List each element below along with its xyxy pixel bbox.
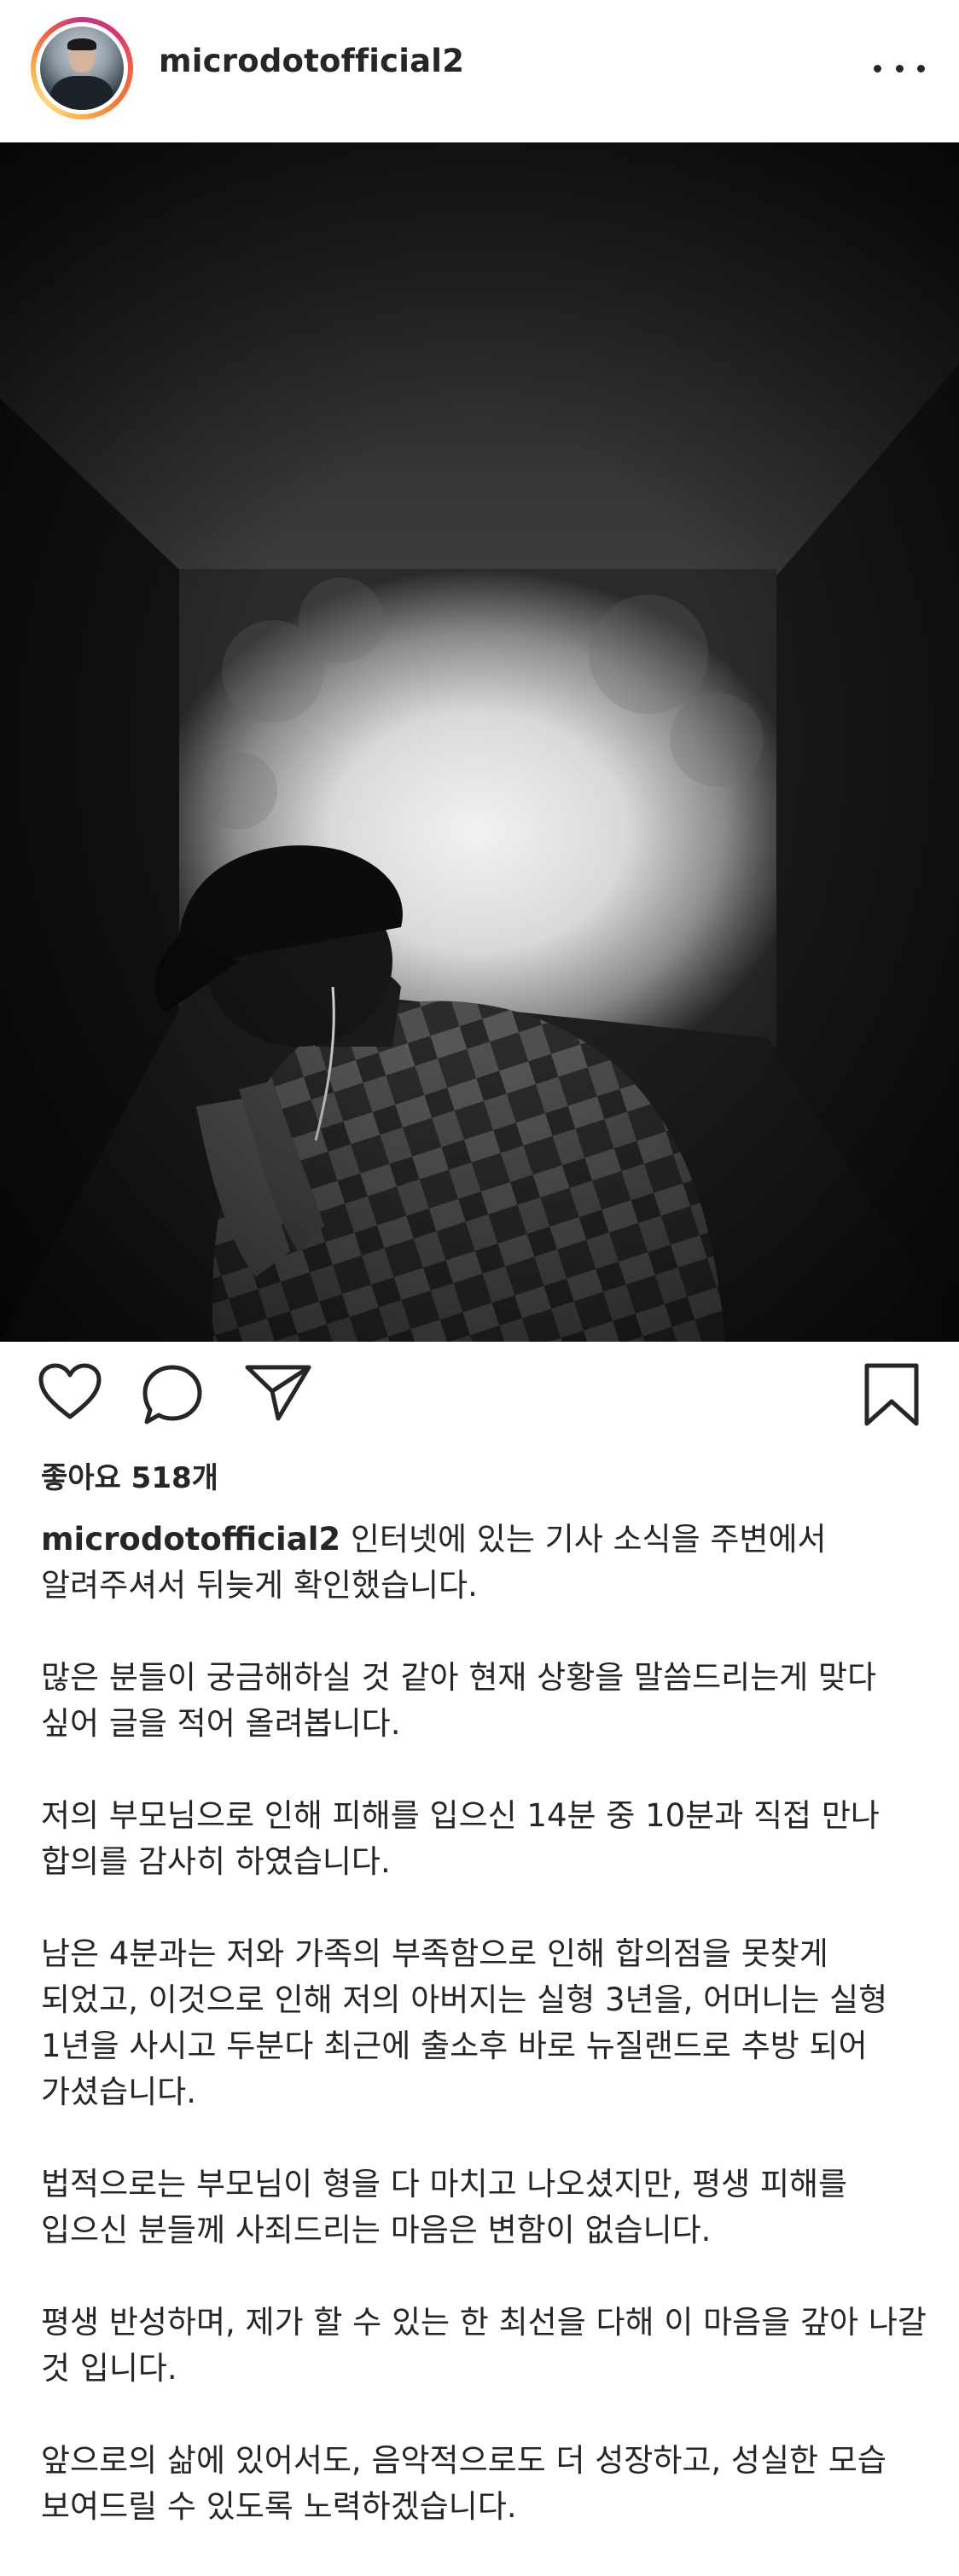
story-ring[interactable] (31, 17, 133, 119)
paper-plane-icon[interactable] (244, 1362, 312, 1425)
caption-paragraph: 남은 4분과는 저와 가족의 부족함으로 인해 합의점을 못찾게 되었고, 이것… (41, 1935, 888, 2110)
caption-username[interactable]: microdotofficial2 (41, 1521, 340, 1558)
caption-paragraph: 평생 반성하며, 제가 할 수 있는 한 최선을 다해 이 마음을 갚아 나갈 … (41, 2304, 927, 2387)
post-header: microdotofficial2 (0, 0, 959, 142)
likes-count[interactable]: 좋아요 518개 (41, 1454, 218, 1496)
heart-icon[interactable] (38, 1362, 102, 1424)
more-options-icon[interactable] (874, 51, 925, 85)
caption-paragraph: 앞으로의 삶에 있어서도, 음악적으로도 더 성장하고, 성실한 모습 보여드릴… (41, 2442, 886, 2525)
avatar[interactable] (40, 26, 124, 110)
caption-paragraph: 저의 부모님으로 인해 피해를 입으신 14분 중 10분과 직접 만나 합의를… (41, 1797, 880, 1880)
post-actions-bar (0, 1342, 959, 1436)
caption-paragraph: 법적으로는 부모님이 형을 다 마치고 나오셨지만, 평생 피해를 입으신 분들… (41, 2166, 848, 2248)
caption-paragraph: 많은 분들이 궁금해하실 것 같아 현재 상황을 말씀드리는게 맞다 싶어 글을… (41, 1659, 877, 1742)
bookmark-icon[interactable] (862, 1362, 921, 1430)
post-username[interactable]: microdotofficial2 (159, 43, 464, 79)
post-caption: microdotofficial2 인터넷에 있는 기사 소식을 주변에서 알려… (41, 1517, 928, 2576)
post-image[interactable] (0, 142, 959, 1342)
comment-icon[interactable] (140, 1362, 205, 1430)
caption-paragraph: microdotofficial2 인터넷에 있는 기사 소식을 주변에서 알려… (41, 1521, 827, 1604)
